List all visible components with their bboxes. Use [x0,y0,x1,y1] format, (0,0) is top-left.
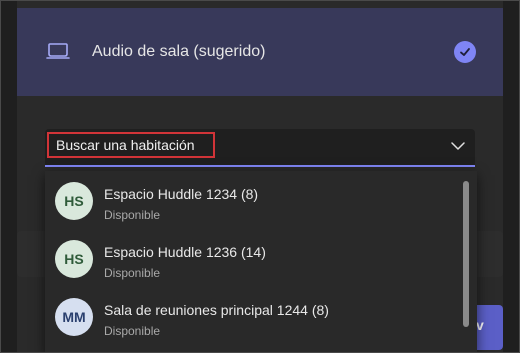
room-option[interactable]: HS Espacio Huddle 1236 (14) Disponible [45,229,455,287]
list-scrollbar[interactable] [463,181,469,327]
room-results-list: HS Espacio Huddle 1234 (8) Disponible HS… [45,171,477,352]
room-audio-option[interactable]: Audio de sala (sugerido) [17,8,503,96]
chevron-down-icon[interactable] [451,141,465,151]
room-option[interactable]: MM Sala de reuniones principal 1244 (8) … [45,287,455,345]
room-avatar: MM [55,298,93,336]
room-status: Disponible [104,324,161,338]
room-search-input[interactable] [56,137,356,153]
room-name: Espacio Huddle 1236 (14) [104,244,266,260]
room-status: Disponible [104,266,161,280]
room-status: Disponible [104,208,161,222]
room-avatar: HS [55,182,93,220]
room-search-combobox[interactable] [45,129,475,167]
room-audio-label: Audio de sala (sugerido) [92,43,266,60]
room-option[interactable]: HS Espacio Huddle 1234 (8) Disponible [45,171,455,229]
room-name: Espacio Huddle 1234 (8) [104,186,259,202]
selected-check-icon [454,41,476,63]
room-name: Sala de reuniones principal 1244 (8) [104,302,329,318]
screenshot-frame: Audio de sala (sugerido) v HS Espacio Hu… [0,0,520,353]
room-avatar: HS [55,240,93,278]
monitor-icon [46,43,70,59]
